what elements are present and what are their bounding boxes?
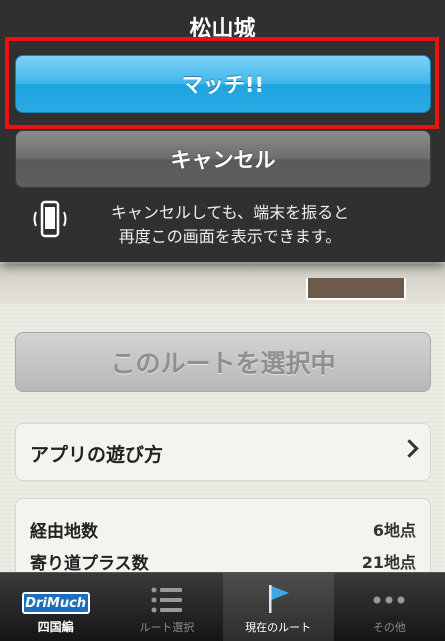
- match-dialog: 松山城 マッチ!! キャンセル キャンセルしても、端末を振ると 再度この画面を表…: [0, 0, 445, 262]
- howto-row[interactable]: アプリの遊び方: [15, 423, 431, 481]
- howto-label: アプリの遊び方: [30, 444, 164, 466]
- stat-value: 21地点: [361, 553, 416, 572]
- chevron-right-icon: [400, 439, 419, 458]
- drimuch-logo-icon: DriMuch: [21, 592, 90, 614]
- tab-shikoku[interactable]: DriMuch 四国編: [0, 573, 111, 641]
- tab-label: その他: [372, 621, 406, 634]
- tab-current-route[interactable]: 現在のルート: [222, 573, 334, 641]
- stat-value: 6地点: [372, 521, 416, 540]
- tab-label: ルート選択: [139, 621, 195, 634]
- tab-bar: DriMuch 四国編 ルート選択 現在のルート その他: [0, 572, 445, 641]
- shake-notice: キャンセルしても、端末を振ると 再度この画面を表示できます。: [80, 201, 380, 249]
- route-selected-button[interactable]: このルートを選択中: [15, 332, 431, 392]
- list-icon: [151, 587, 182, 613]
- stat-label: 経由地数: [30, 522, 98, 542]
- map-thumbnail: [306, 278, 406, 300]
- tab-label: 四国編: [37, 620, 74, 634]
- more-dots-icon: [373, 596, 405, 604]
- tab-label: 現在のルート: [245, 621, 312, 634]
- highlight-frame: [5, 37, 439, 129]
- cancel-button[interactable]: キャンセル: [15, 130, 431, 188]
- stat-row-detours: 寄り道プラス数 21地点: [30, 549, 416, 574]
- stat-label: 寄り道プラス数: [30, 554, 149, 574]
- flag-icon: [269, 585, 290, 613]
- tab-route-select[interactable]: ルート選択: [111, 573, 222, 641]
- tab-other[interactable]: その他: [334, 573, 445, 641]
- shake-phone-icon: [33, 200, 67, 238]
- stat-row-waypoints: 経由地数 6地点: [30, 517, 416, 542]
- notice-line: 再度この画面を表示できます。: [118, 227, 342, 246]
- notice-line: キャンセルしても、端末を振ると: [110, 203, 350, 222]
